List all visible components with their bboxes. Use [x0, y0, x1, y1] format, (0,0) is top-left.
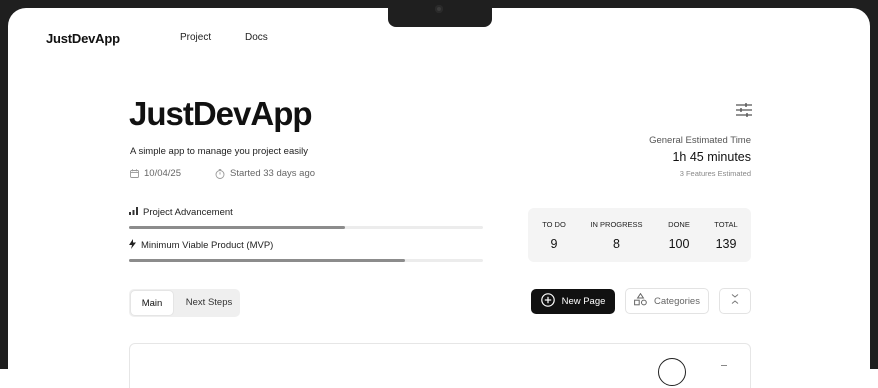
- task-stats-panel: TO DO 9 IN PROGRESS 8 DONE 100 TOTAL 139: [528, 208, 751, 262]
- shapes-icon: [634, 292, 647, 309]
- project-subtitle: A simple app to manage you project easil…: [130, 146, 308, 157]
- project-title: JustDevApp: [129, 95, 313, 132]
- circle-icon[interactable]: [658, 358, 686, 386]
- categories-label: Categories: [654, 295, 700, 307]
- collapse-chevrons-icon: [730, 292, 740, 310]
- project-date: 10/04/25: [130, 168, 181, 179]
- bar-chart-icon: [129, 207, 138, 218]
- progress-label-mvp: Minimum Viable Product (MVP): [129, 239, 273, 252]
- estimate-value: 1h 45 minutes: [672, 150, 751, 164]
- progress-track-advancement: [129, 226, 483, 229]
- nav-link-docs[interactable]: Docs: [245, 32, 268, 43]
- view-tabs: Main Next Steps: [129, 289, 240, 317]
- device-frame: JustDevApp Project Docs JustDevApp A sim…: [0, 0, 878, 388]
- timer-icon: [215, 168, 225, 179]
- stat-todo-label: TO DO: [542, 220, 566, 229]
- progress-fill-mvp: [129, 259, 406, 262]
- tab-main[interactable]: Main: [130, 290, 174, 316]
- stat-done-label: DONE: [668, 220, 690, 229]
- project-started-text: Started 33 days ago: [230, 168, 316, 179]
- stat-in-progress-value: 8: [613, 237, 620, 251]
- camera-notch: [388, 0, 492, 27]
- stat-total-label: TOTAL: [714, 220, 738, 229]
- camera-icon: [435, 5, 443, 13]
- tab-next-steps[interactable]: Next Steps: [178, 289, 240, 317]
- progress-label-advancement: Project Advancement: [129, 207, 233, 218]
- progress-track-mvp: [129, 259, 483, 262]
- estimate-label: General Estimated Time: [649, 135, 751, 146]
- menu-icon[interactable]: [721, 365, 727, 369]
- nav-brand[interactable]: JustDevApp: [46, 31, 120, 46]
- categories-button[interactable]: Categories: [625, 288, 709, 314]
- project-started: Started 33 days ago: [215, 168, 315, 179]
- collapse-expand-button[interactable]: [719, 288, 751, 314]
- app-screen: JustDevApp Project Docs JustDevApp A sim…: [8, 8, 870, 388]
- new-page-label: New Page: [561, 296, 606, 307]
- calendar-icon: [130, 169, 139, 178]
- plus-circle-icon: [540, 293, 555, 310]
- stat-total-value: 139: [715, 237, 737, 251]
- new-page-button[interactable]: New Page: [531, 289, 615, 314]
- page-card[interactable]: [129, 343, 751, 388]
- progress-label-text: Project Advancement: [143, 207, 233, 218]
- settings-sliders-icon[interactable]: [736, 103, 752, 122]
- lightning-icon: [129, 239, 136, 252]
- progress-label-text: Minimum Viable Product (MVP): [141, 240, 274, 251]
- project-date-text: 10/04/25: [144, 168, 181, 179]
- progress-fill-advancement: [129, 226, 345, 229]
- nav-link-project[interactable]: Project: [180, 32, 211, 43]
- stat-in-progress-label: IN PROGRESS: [590, 220, 643, 229]
- stat-done-value: 100: [668, 237, 690, 251]
- stat-todo-value: 9: [550, 237, 558, 251]
- estimate-note: 3 Features Estimated: [679, 169, 751, 178]
